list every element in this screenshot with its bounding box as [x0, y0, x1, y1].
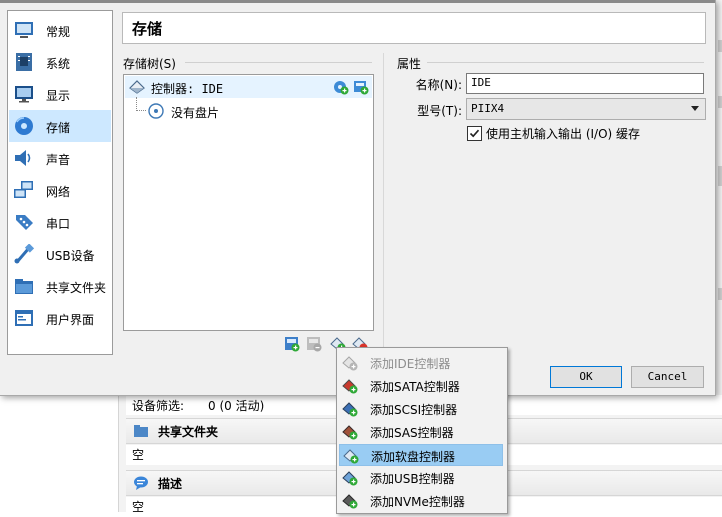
description-title: 描述 — [158, 477, 183, 491]
panel-divider — [383, 53, 384, 353]
category-display[interactable]: 显示 — [9, 78, 111, 110]
device-filter-value: 0 (0 活动) — [208, 399, 265, 413]
system-chip-icon — [16, 53, 32, 71]
menu-item-label: 添加USB控制器 — [370, 472, 455, 486]
remove-attachment-icon[interactable] — [306, 336, 322, 352]
network-icon — [14, 181, 33, 198]
group-separator — [427, 62, 704, 63]
menu-item-label: 添加SATA控制器 — [370, 380, 460, 394]
category-label: USB设备 — [46, 249, 95, 263]
category-label: 存储 — [46, 121, 71, 135]
category-label: 串口 — [46, 217, 71, 231]
add-controller-menu: 添加IDE控制器 添加SATA控制器 添加SCSI控制器 添加SAS控制器 添加… — [336, 347, 508, 514]
category-label: 显示 — [46, 89, 71, 103]
settings-category-list: 常规 系统 显示 存储 声音 网络 串口 USB设备 共享文件夹 用户界面 — [7, 10, 113, 355]
controller-name-value: IDE — [471, 76, 491, 89]
menu-item-add-sas-controller[interactable]: 添加SAS控制器 — [339, 421, 503, 443]
storage-settings-dialog: 常规 系统 显示 存储 声音 网络 串口 USB设备 共享文件夹 用户界面 存储… — [0, 0, 716, 396]
scsi-controller-icon — [342, 402, 358, 417]
usb-controller-icon — [342, 471, 358, 486]
speaker-icon — [15, 150, 31, 166]
ok-button[interactable]: OK — [550, 366, 622, 388]
menu-item-label: 添加SCSI控制器 — [370, 403, 458, 417]
category-storage[interactable]: 存储 — [9, 110, 111, 142]
category-serial-port[interactable]: 串口 — [9, 206, 111, 238]
nvme-controller-icon — [342, 494, 358, 509]
add-optical-drive-icon[interactable] — [333, 79, 349, 95]
page-title: 存储 — [132, 20, 163, 38]
controller-type-select[interactable]: PIIX4 — [466, 98, 706, 120]
menu-item-add-scsi-controller[interactable]: 添加SCSI控制器 — [339, 398, 503, 420]
menu-item-add-floppy-controller[interactable]: 添加软盘控制器 — [339, 444, 503, 466]
attributes-label: 属性 — [397, 57, 422, 71]
controller-name-input[interactable]: IDE — [466, 73, 704, 94]
menu-item-add-sata-controller[interactable]: 添加SATA控制器 — [339, 375, 503, 397]
controller-icon — [129, 80, 145, 94]
category-label: 系统 — [46, 57, 71, 71]
name-label: 名称(N): — [415, 78, 462, 92]
floppy-controller-icon — [343, 449, 359, 464]
menu-item-label: 添加IDE控制器 — [370, 357, 451, 371]
category-label: 共享文件夹 — [46, 281, 107, 295]
dialog-top-border — [0, 0, 715, 3]
category-network[interactable]: 网络 — [9, 174, 111, 206]
add-hard-disk-icon[interactable] — [353, 79, 369, 95]
display-monitor-icon — [15, 86, 33, 103]
storage-tree[interactable]: 控制器: IDE 没有盘片 — [123, 74, 374, 331]
menu-item-label: 添加NVMe控制器 — [370, 495, 465, 509]
storage-disk-icon — [15, 117, 33, 135]
scroll-strip — [718, 166, 722, 186]
scroll-strip — [718, 288, 722, 300]
tree-connector — [136, 110, 146, 112]
use-host-io-cache-checkbox[interactable] — [467, 126, 482, 141]
category-usb[interactable]: USB设备 — [9, 238, 111, 270]
user-interface-icon — [15, 310, 33, 326]
speech-bubble-icon — [134, 476, 148, 490]
scroll-strip — [718, 96, 722, 108]
sata-controller-icon — [342, 379, 358, 394]
controller-label: 控制器: IDE — [151, 82, 224, 96]
menu-item-label: 添加SAS控制器 — [370, 426, 454, 440]
category-label: 网络 — [46, 185, 71, 199]
use-host-io-cache-label: 使用主机输入输出 (I/O) 缓存 — [486, 127, 641, 141]
scroll-strip — [718, 40, 722, 52]
tree-item-controller-ide[interactable]: 控制器: IDE — [125, 76, 372, 98]
category-system[interactable]: 系统 — [9, 46, 111, 78]
type-label: 型号(T): — [417, 104, 462, 118]
tree-item-empty-disk[interactable]: 没有盘片 — [148, 101, 368, 121]
category-audio[interactable]: 声音 — [9, 142, 111, 174]
menu-item-add-ide-controller[interactable]: 添加IDE控制器 — [339, 352, 503, 374]
empty-disk-label: 没有盘片 — [171, 106, 220, 120]
usb-icon — [14, 244, 35, 264]
ide-controller-icon — [342, 356, 358, 371]
cancel-button[interactable]: Cancel — [631, 366, 704, 388]
folder-icon — [134, 425, 148, 437]
menu-item-label: 添加软盘控制器 — [371, 450, 456, 464]
storage-tree-label: 存储树(S) — [123, 57, 176, 71]
optical-disc-icon — [148, 103, 164, 119]
category-label: 用户界面 — [46, 313, 95, 327]
category-label: 声音 — [46, 153, 71, 167]
add-attachment-icon[interactable] — [284, 336, 300, 352]
general-icon — [15, 22, 33, 38]
tree-connector — [136, 97, 138, 111]
menu-item-add-nvme-controller[interactable]: 添加NVMe控制器 — [339, 490, 503, 512]
category-label: 常规 — [46, 25, 71, 39]
controller-type-value: PIIX4 — [471, 102, 505, 115]
checkmark-icon — [469, 129, 480, 138]
chevron-down-icon — [691, 106, 699, 111]
page-title-panel: 存储 — [122, 12, 706, 44]
menu-item-add-usb-controller[interactable]: 添加USB控制器 — [339, 467, 503, 489]
device-filter-label: 设备筛选: — [132, 399, 185, 413]
sas-controller-icon — [342, 425, 358, 440]
category-user-interface[interactable]: 用户界面 — [9, 302, 111, 334]
serial-port-icon — [16, 215, 33, 230]
folder-icon — [15, 279, 33, 294]
shared-folders-title: 共享文件夹 — [158, 425, 219, 439]
category-general[interactable]: 常规 — [9, 14, 111, 46]
group-separator — [185, 62, 372, 63]
category-shared-folders[interactable]: 共享文件夹 — [9, 270, 111, 302]
